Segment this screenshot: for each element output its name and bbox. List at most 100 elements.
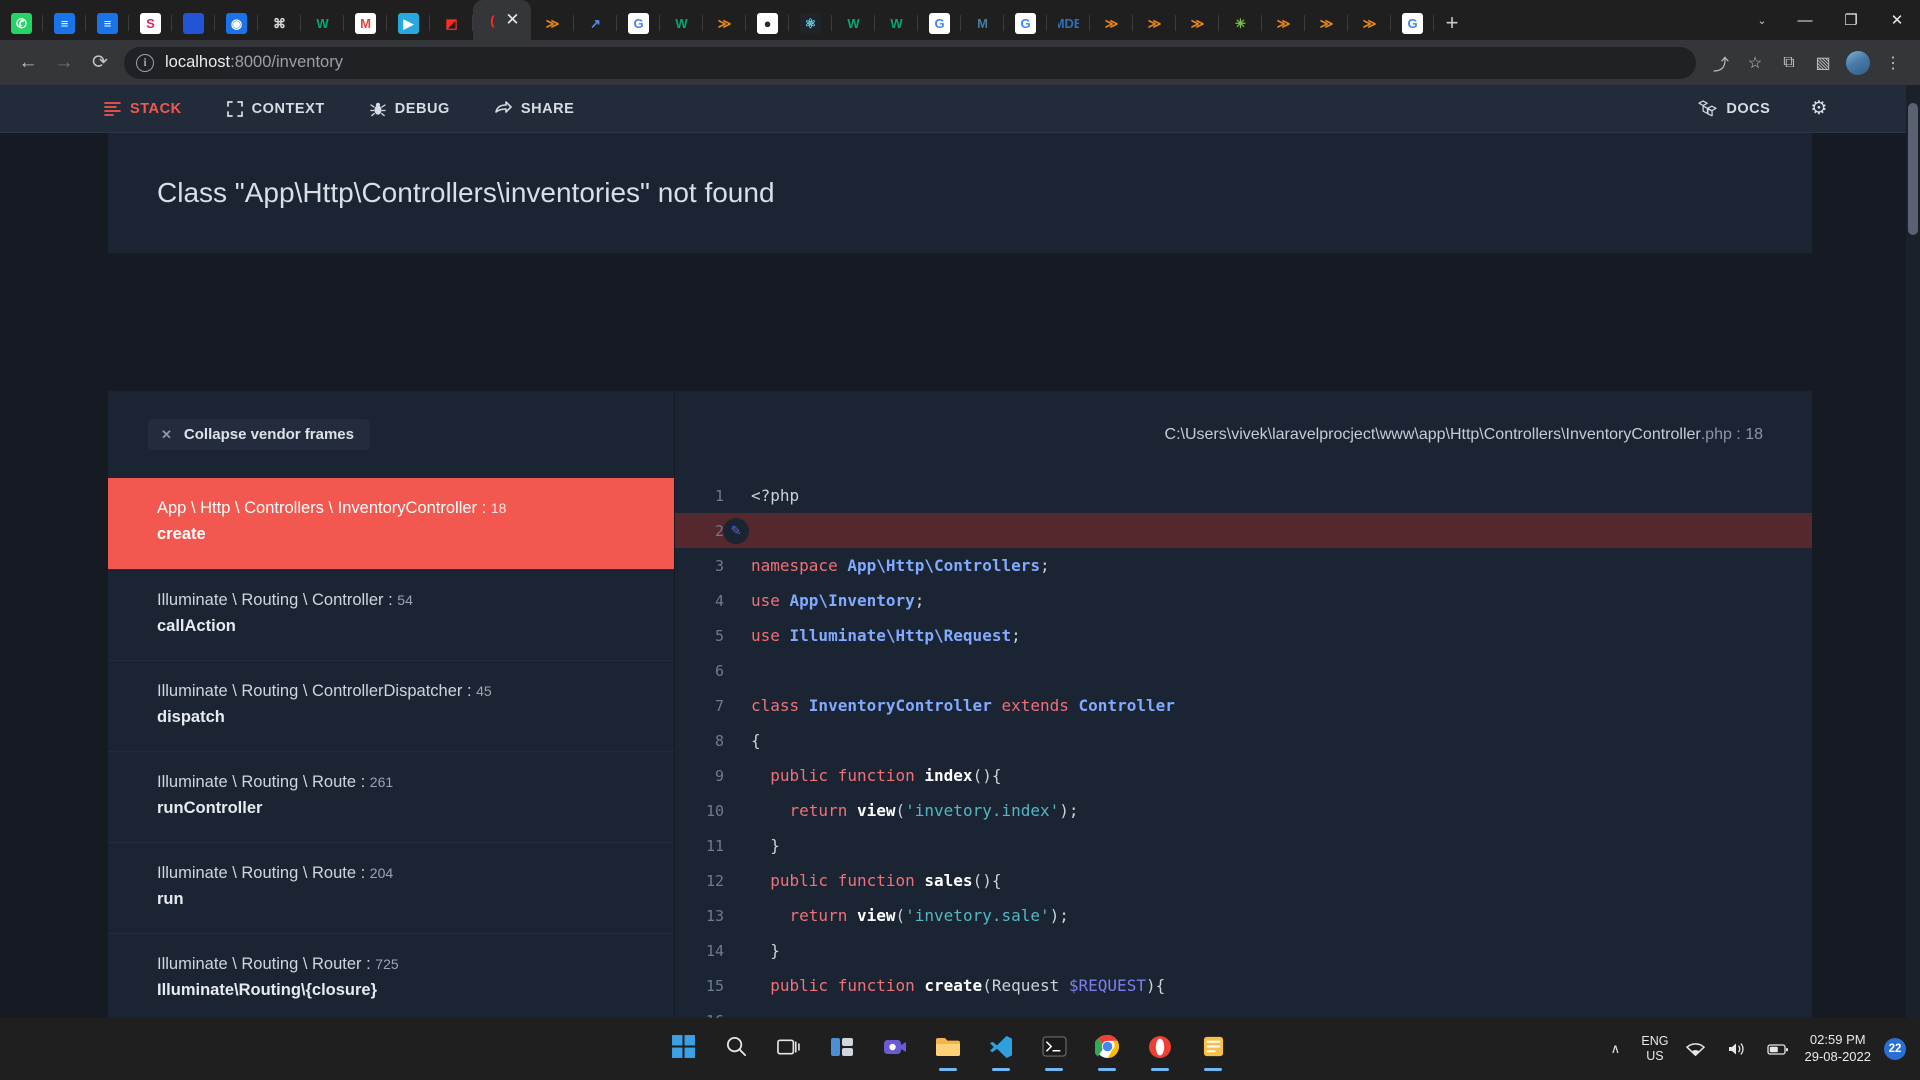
context-icon xyxy=(226,100,243,117)
vscode-button[interactable] xyxy=(978,1026,1024,1072)
speaker-icon[interactable] xyxy=(1723,1035,1751,1063)
stack-frame-item[interactable]: Illuminate \ Routing \ Controller : 54 ca… xyxy=(108,569,674,660)
nav-item-docs[interactable]: DOCS xyxy=(1698,85,1770,133)
io-tab[interactable]: ◉ xyxy=(215,6,258,40)
start-button[interactable] xyxy=(660,1026,706,1072)
docs-tab[interactable]: ≡ xyxy=(43,6,86,40)
laravel-news-tab[interactable]: ≫ xyxy=(531,6,574,40)
nav-item-share[interactable]: SHARE xyxy=(495,85,575,133)
stack-frame-class-text: Illuminate \ Routing \ ControllerDispatc… xyxy=(157,682,477,700)
maximize-button[interactable]: ❐ xyxy=(1828,0,1874,40)
widgets-button[interactable] xyxy=(819,1026,865,1072)
address-bar-text: localhost:8000/inventory xyxy=(165,53,343,72)
laravel-tab[interactable]: ◩ xyxy=(430,6,473,40)
code-line-content: namespace App\Http\Controllers; xyxy=(743,556,1812,575)
error-title: Class "App\Http\Controllers\inventories"… xyxy=(157,177,775,208)
favicon-icon: ● xyxy=(757,12,778,34)
page-scrollbar[interactable] xyxy=(1906,85,1920,1018)
language-indicator[interactable]: ENG US xyxy=(1641,1034,1668,1064)
favicon-icon: ≫ xyxy=(714,12,735,34)
stack-frame-item[interactable]: App \ Http \ Controllers \ InventoryCont… xyxy=(108,478,674,569)
google-tab[interactable]: G xyxy=(617,6,660,40)
close-tab-button[interactable]: ✕ xyxy=(505,11,519,29)
laravel-news-tab-8[interactable]: ≫ xyxy=(1348,6,1391,40)
show-hidden-icons-button[interactable]: ∧ xyxy=(1602,1036,1628,1062)
w3schools-tab-4[interactable]: W xyxy=(875,6,918,40)
chart-tab[interactable]: ↗ xyxy=(574,6,617,40)
inventory-tab[interactable]: (✕ xyxy=(473,0,531,40)
share-icon[interactable]: ⤴ xyxy=(1704,46,1738,80)
stack-frame-line-number: 725 xyxy=(375,956,399,972)
new-tab-button[interactable]: + xyxy=(1434,6,1470,40)
command-tab[interactable]: ⌘ xyxy=(258,6,301,40)
w3schools-tab-3[interactable]: W xyxy=(832,6,875,40)
laravel-news-tab-5[interactable]: ≫ xyxy=(1176,6,1219,40)
stackoverflow-tab[interactable]: S xyxy=(129,6,172,40)
page-scrollbar-thumb[interactable] xyxy=(1908,103,1918,235)
forward-button[interactable]: → xyxy=(46,45,82,81)
tab-search-button[interactable]: ⌄ xyxy=(1742,0,1782,40)
profile-avatar[interactable] xyxy=(1846,50,1870,75)
whatsapp-tab[interactable]: ✆ xyxy=(0,6,43,40)
laravel-news-tab-7[interactable]: ≫ xyxy=(1305,6,1348,40)
chrome-button[interactable] xyxy=(1084,1026,1130,1072)
mysql-tab[interactable]: M xyxy=(961,6,1004,40)
code-line-content: class InventoryController extends Contro… xyxy=(743,696,1812,715)
task-view-button[interactable] xyxy=(766,1026,812,1072)
terminal-button[interactable] xyxy=(1031,1026,1077,1072)
youtube-tab[interactable]: ▶ xyxy=(387,6,430,40)
stack-frame-item[interactable]: Illuminate \ Routing \ Route : 261 runCon… xyxy=(108,751,674,842)
edit-pencil-icon[interactable]: ✎ xyxy=(723,517,749,544)
wifi-icon[interactable] xyxy=(1682,1035,1710,1063)
close-window-button[interactable]: ✕ xyxy=(1874,0,1920,40)
laravel-news-tab-2[interactable]: ≫ xyxy=(703,6,746,40)
stack-frame-item[interactable]: Illuminate \ Routing \ ControllerDispatc… xyxy=(108,660,674,751)
code-line-number: 9 xyxy=(714,766,724,785)
error-header: Class "App\Http\Controllers\inventories"… xyxy=(108,133,1812,253)
search-button[interactable] xyxy=(713,1026,759,1072)
nav-item-stack[interactable]: STACK xyxy=(104,85,182,133)
bookmark-star-icon[interactable]: ☆ xyxy=(1738,46,1772,80)
teams-button[interactable] xyxy=(872,1026,918,1072)
google-tab-2[interactable]: G xyxy=(918,6,961,40)
laravel-news-tab-3[interactable]: ≫ xyxy=(1090,6,1133,40)
extensions-icon[interactable]: ⧉ xyxy=(1772,46,1806,80)
browser-button[interactable] xyxy=(1137,1026,1183,1072)
chrome-menu-icon[interactable]: ⋮ xyxy=(1876,46,1910,80)
code-token: public function xyxy=(751,976,925,995)
stack-frame-class-text: Illuminate \ Routing \ Router : xyxy=(157,955,376,973)
collapse-vendor-frames-button[interactable]: ✕ Collapse vendor frames xyxy=(148,419,370,450)
laravel-news-tab-4[interactable]: ≫ xyxy=(1133,6,1176,40)
reload-button[interactable]: ⟳ xyxy=(82,45,118,81)
minimize-button[interactable]: — xyxy=(1782,0,1828,40)
stack-frame-item[interactable]: Illuminate \ Routing \ Route : 204 run xyxy=(108,842,674,933)
google-tab-4[interactable]: G xyxy=(1391,6,1434,40)
stack-frame-item[interactable]: Illuminate \ Routing \ Router : 725 Illum… xyxy=(108,933,674,1018)
blue-page-tab[interactable] xyxy=(172,6,215,40)
file-explorer-button[interactable] xyxy=(925,1026,971,1072)
back-button[interactable]: ← xyxy=(10,45,46,81)
gear-icon[interactable]: ⚙ xyxy=(1810,85,1828,133)
github-tab[interactable]: ● xyxy=(746,6,789,40)
laravel-news-tab-6[interactable]: ≫ xyxy=(1262,6,1305,40)
w3schools-tab-2[interactable]: W xyxy=(660,6,703,40)
nav-item-debug[interactable]: DEBUG xyxy=(370,85,450,133)
w3schools-tab[interactable]: W xyxy=(301,6,344,40)
gmail-tab[interactable]: M xyxy=(344,6,387,40)
react-tab[interactable]: ⚛ xyxy=(789,6,832,40)
taskbar-clock[interactable]: 02:59 PM 29-08-2022 xyxy=(1805,1032,1872,1066)
side-panel-icon[interactable]: ▧ xyxy=(1806,46,1840,80)
code-token: Illuminate\Http\Request xyxy=(789,626,1012,645)
notepad-button[interactable] xyxy=(1190,1026,1236,1072)
nav-item-context[interactable]: CONTEXT xyxy=(226,85,325,133)
code-token: 'invetory.index' xyxy=(905,801,1060,820)
notification-badge[interactable]: 22 xyxy=(1884,1038,1906,1060)
google-tab-3[interactable]: G xyxy=(1004,6,1047,40)
site-info-icon[interactable]: i xyxy=(136,53,154,72)
mdb-tab[interactable]: MDB xyxy=(1047,6,1090,40)
spark-tab[interactable]: ✳ xyxy=(1219,6,1262,40)
favicon-icon: ≡ xyxy=(54,12,75,34)
docs-tab-2[interactable]: ≡ xyxy=(86,6,129,40)
battery-icon[interactable] xyxy=(1764,1035,1792,1063)
address-bar[interactable]: i localhost:8000/inventory xyxy=(124,46,1696,79)
